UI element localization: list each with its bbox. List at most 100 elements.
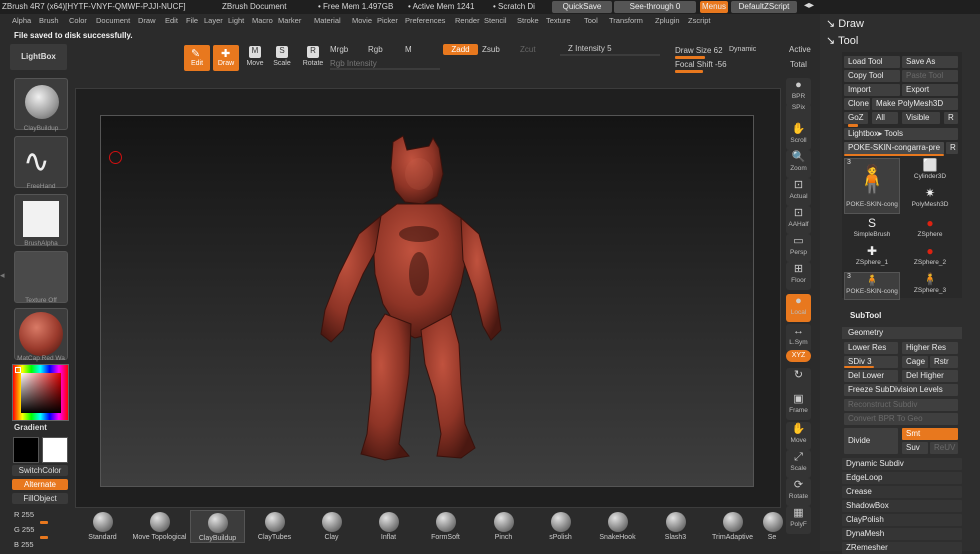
menu-color[interactable]: Color — [69, 16, 87, 25]
fillobject-button[interactable]: FillObject — [12, 493, 68, 504]
rotate-button[interactable]: R Rotate — [299, 45, 327, 71]
shelf-brush-spolish[interactable]: sPolish — [533, 510, 588, 541]
shelf-brush-snakehook[interactable]: SnakeHook — [590, 510, 645, 541]
shelf-brush-claybuildup[interactable]: ClayBuildup — [190, 510, 245, 543]
switchcolor-button[interactable]: SwitchColor — [12, 465, 68, 476]
higher-res-button[interactable]: Higher Res — [902, 342, 958, 354]
zsub-button[interactable]: Zsub — [482, 45, 500, 54]
menu-movie[interactable]: Movie — [352, 16, 372, 25]
shelf-local-button[interactable]: ● Local — [786, 294, 811, 322]
lightbox-tools-button[interactable]: Lightbox▸ Tools — [844, 128, 958, 140]
shelf-l-sym-button[interactable]: ↔ L.Sym — [786, 324, 811, 352]
load-tool-button[interactable]: Load Tool — [844, 56, 900, 68]
shelf-brush-slash3[interactable]: Slash3 — [648, 510, 703, 541]
shelf-actual-button[interactable]: ⊡ Actual — [786, 178, 811, 206]
blue-value[interactable]: B 255 — [14, 540, 34, 549]
shelf-brush-inflat[interactable]: Inflat — [361, 510, 416, 541]
red-value[interactable]: R 255 — [14, 510, 34, 519]
make-polymesh-button[interactable]: Make PolyMesh3D — [872, 98, 958, 110]
current-tool-r-button[interactable]: R — [946, 142, 958, 154]
draw-size-slider[interactable]: Draw Size 62 — [675, 46, 723, 55]
rgb-intensity-slider[interactable]: Rgb Intensity — [330, 59, 377, 68]
z-intensity-slider[interactable]: Z Intensity 5 — [568, 44, 612, 53]
shelf-brush-claytubes[interactable]: ClayTubes — [247, 510, 302, 541]
dynamesh-header[interactable]: DynaMesh — [842, 528, 962, 540]
tray-toggle-icon[interactable]: ◂▸ — [804, 0, 814, 11]
shelf-brush-clay[interactable]: Clay — [304, 510, 359, 541]
menu-tool[interactable]: Tool — [584, 16, 598, 25]
tool-item[interactable]: ✷ PolyMesh3D — [902, 186, 958, 214]
sculpt-model[interactable] — [311, 134, 511, 469]
subtool-header[interactable]: SubTool — [850, 311, 881, 320]
document-canvas[interactable] — [100, 115, 754, 487]
zremesher-header[interactable]: ZRemesher — [842, 542, 962, 554]
menu-transform[interactable]: Transform — [609, 16, 643, 25]
scale-button[interactable]: S Scale — [270, 45, 294, 71]
menu-macro[interactable]: Macro — [252, 16, 273, 25]
goz-visible-button[interactable]: Visible — [902, 112, 940, 124]
gradient-label[interactable]: Gradient — [14, 423, 47, 432]
menu-texture[interactable]: Texture — [546, 16, 571, 25]
shelf-brush-formsoft[interactable]: FormSoft — [418, 510, 473, 541]
smt-toggle[interactable]: Smt — [902, 428, 958, 440]
export-button[interactable]: Export — [902, 84, 958, 96]
import-button[interactable]: Import — [844, 84, 900, 96]
suv-toggle[interactable]: Suv — [902, 442, 928, 454]
menus-button[interactable]: Menus — [700, 1, 728, 13]
menu-stroke[interactable]: Stroke — [517, 16, 539, 25]
edgeloop-header[interactable]: EdgeLoop — [842, 472, 962, 484]
crease-header[interactable]: Crease — [842, 486, 962, 498]
copy-tool-button[interactable]: Copy Tool — [844, 70, 900, 82]
tool-palette-title[interactable]: ↘ Tool — [826, 34, 858, 47]
zcut-button[interactable]: Zcut — [520, 45, 536, 54]
tool-item[interactable]: ✚ ZSphere_1 — [844, 244, 900, 272]
menu-picker[interactable]: Picker — [377, 16, 398, 25]
menu-document[interactable]: Document — [96, 16, 130, 25]
secondary-color-swatch[interactable] — [13, 437, 39, 463]
current-tool-name[interactable]: POKE-SKIN-congarra-pre — [844, 142, 944, 154]
color-square[interactable] — [21, 373, 61, 413]
freeze-subdiv-button[interactable]: Freeze SubDivision Levels — [844, 384, 958, 396]
rstr-button[interactable]: Rstr — [930, 356, 958, 368]
del-higher-button[interactable]: Del Higher — [902, 370, 958, 382]
material-thumbnail[interactable] — [14, 308, 68, 360]
menu-zscript[interactable]: Zscript — [688, 16, 711, 25]
shelf-persp-button[interactable]: ▭ Persp — [786, 234, 811, 262]
tool-item[interactable]: 3 🧍 POKE-SKIN-cong — [844, 272, 900, 300]
shelf-brush-pinch[interactable]: Pinch — [476, 510, 531, 541]
reconstruct-subdiv-button[interactable]: Reconstruct Subdiv — [844, 399, 958, 411]
shelf-floor-button[interactable]: ⊞ Floor — [786, 262, 811, 290]
tool-item[interactable]: 🧍 ZSphere_3 — [902, 272, 958, 300]
alpha-thumbnail[interactable] — [14, 194, 68, 246]
dynamic-subdiv-header[interactable]: Dynamic Subdiv — [842, 458, 962, 470]
see-through-slider[interactable]: See-through 0 — [614, 1, 696, 13]
alternate-button[interactable]: Alternate — [12, 479, 68, 490]
menu-render[interactable]: Render — [455, 16, 480, 25]
rgb-button[interactable]: Rgb — [368, 45, 383, 54]
goz-r-button[interactable]: R — [944, 112, 958, 124]
shelf-scale-button[interactable]: ⤢ Scale — [786, 450, 811, 478]
convert-bpr-button[interactable]: Convert BPR To Geo — [844, 413, 958, 425]
m-button[interactable]: M — [405, 45, 412, 54]
draw-palette-title[interactable]: ↘ Draw — [826, 17, 864, 30]
menu-stencil[interactable]: Stencil — [484, 16, 507, 25]
shelf-brush-move-topological[interactable]: Move Topological — [132, 510, 187, 541]
del-lower-button[interactable]: Del Lower — [844, 370, 898, 382]
reuv-button[interactable]: ReUV — [930, 442, 958, 454]
save-as-button[interactable]: Save As — [902, 56, 958, 68]
shadowbox-header[interactable]: ShadowBox — [842, 500, 962, 512]
shelf-aahalf-button[interactable]: ⊡ AAHalf — [786, 206, 811, 234]
dynamic-button[interactable]: Dynamic — [729, 46, 756, 53]
primary-color-swatch[interactable] — [42, 437, 68, 463]
shelf-frame-button[interactable]: ▣ Frame — [786, 392, 811, 420]
zadd-button[interactable]: Zadd — [443, 44, 478, 55]
claypolish-header[interactable]: ClayPolish — [842, 514, 962, 526]
tool-item[interactable]: ⬜ Cylinder3D — [902, 158, 958, 186]
shelf-brush-standard[interactable]: Standard — [75, 510, 130, 541]
menu-zplugin[interactable]: Zplugin — [655, 16, 680, 25]
cage-button[interactable]: Cage — [902, 356, 928, 368]
tool-item[interactable]: ● ZSphere_2 — [902, 244, 958, 272]
clone-button[interactable]: Clone — [844, 98, 870, 110]
tool-item[interactable]: S SimpleBrush — [844, 216, 900, 244]
red-slider[interactable] — [40, 521, 48, 524]
